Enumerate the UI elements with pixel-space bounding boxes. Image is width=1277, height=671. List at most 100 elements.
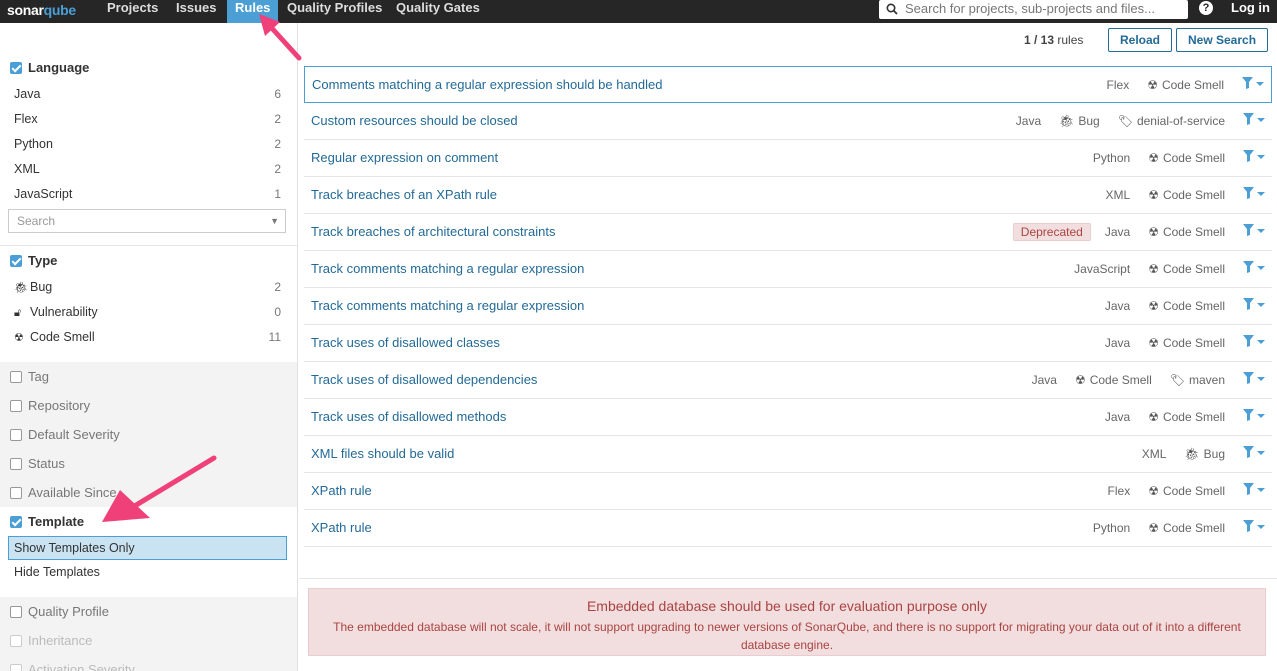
nav-rules[interactable]: Rules bbox=[227, 0, 279, 23]
rule-meta: Flex ☢ Code Smell bbox=[1108, 473, 1266, 509]
checkbox-icon[interactable] bbox=[10, 62, 22, 74]
reload-button[interactable]: Reload bbox=[1108, 28, 1173, 52]
rule-name-link[interactable]: Regular expression on comment bbox=[311, 140, 498, 176]
rule-tag[interactable]: 🏷︎ maven bbox=[1170, 362, 1225, 398]
facet-quality-profile[interactable]: Quality Profile bbox=[0, 597, 297, 626]
filter-dropdown[interactable] bbox=[1243, 177, 1266, 213]
checkbox-icon[interactable] bbox=[10, 516, 22, 528]
code-smell-icon: ☢ bbox=[1148, 484, 1159, 498]
rule-row[interactable]: Track comments matching a regular expres… bbox=[304, 251, 1272, 288]
filter-dropdown[interactable] bbox=[1243, 251, 1266, 287]
rule-type: ☢ Code Smell bbox=[1148, 140, 1225, 176]
rule-row[interactable]: Track uses of disallowed methods Java ☢ Cod… bbox=[304, 399, 1272, 436]
filter-dropdown[interactable] bbox=[1243, 103, 1266, 139]
chevron-down-icon bbox=[1257, 155, 1265, 159]
facet-default-severity[interactable]: Default Severity bbox=[0, 420, 297, 449]
rule-row[interactable]: XPath rule Python ☢ Code Smell bbox=[304, 510, 1272, 547]
sonarqube-logo[interactable]: sonarqube bbox=[7, 2, 76, 18]
nav-issues[interactable]: Issues bbox=[168, 0, 224, 23]
nav-quality-profiles[interactable]: Quality Profiles bbox=[279, 0, 390, 23]
facet-type-header[interactable]: Type bbox=[0, 246, 297, 275]
rule-name-link[interactable]: Track breaches of architectural constrai… bbox=[311, 214, 555, 250]
facet-item-javascript[interactable]: JavaScript 1 bbox=[0, 182, 297, 207]
facet-title: Inheritance bbox=[28, 633, 93, 648]
checkbox-icon[interactable] bbox=[10, 429, 22, 441]
rule-name-link[interactable]: Track comments matching a regular expres… bbox=[311, 288, 584, 324]
chevron-down-icon bbox=[1257, 414, 1265, 418]
rule-row[interactable]: Track breaches of architectural constrai… bbox=[304, 214, 1272, 251]
facet-item-hide-templates[interactable]: Hide Templates bbox=[0, 560, 297, 585]
rule-row[interactable]: Regular expression on comment Python ☢ Code… bbox=[304, 140, 1272, 177]
rule-name-link[interactable]: Custom resources should be closed bbox=[311, 103, 518, 139]
filter-dropdown[interactable] bbox=[1243, 140, 1266, 176]
top-navbar: sonarqube Projects Issues Rules Quality … bbox=[0, 0, 1277, 23]
filter-dropdown[interactable] bbox=[1243, 288, 1266, 324]
rule-row[interactable]: Track breaches of an XPath rule XML ☢ Code … bbox=[304, 177, 1272, 214]
checkbox-icon[interactable] bbox=[10, 487, 22, 499]
filter-dropdown[interactable] bbox=[1243, 399, 1266, 435]
checkbox-icon[interactable] bbox=[10, 255, 22, 267]
login-link[interactable]: Log in bbox=[1231, 0, 1270, 16]
facet-item-label: Show Templates Only bbox=[14, 541, 135, 555]
filter-dropdown[interactable] bbox=[1242, 67, 1265, 103]
facet-item-flex[interactable]: Flex 2 bbox=[0, 107, 297, 132]
rule-tag-label: maven bbox=[1188, 373, 1225, 387]
nav-quality-gates[interactable]: Quality Gates bbox=[388, 0, 488, 23]
rule-row[interactable]: XML files should be valid XML 🐞︎ Bug bbox=[304, 436, 1272, 473]
facet-title: Status bbox=[28, 456, 65, 471]
rule-row[interactable]: XPath rule Flex ☢ Code Smell bbox=[304, 473, 1272, 510]
filter-dropdown[interactable] bbox=[1243, 325, 1266, 361]
checkbox-icon[interactable] bbox=[10, 606, 22, 618]
facet-item-bug[interactable]: 🐞︎ Bug 2 bbox=[0, 275, 297, 300]
chevron-down-icon bbox=[1257, 488, 1265, 492]
rule-row[interactable]: Track comments matching a regular expres… bbox=[304, 288, 1272, 325]
rule-name-link[interactable]: XPath rule bbox=[311, 510, 372, 546]
rule-tag[interactable]: 🏷︎ denial-of-service bbox=[1118, 103, 1225, 139]
facet-status[interactable]: Status bbox=[0, 449, 297, 478]
filter-dropdown[interactable] bbox=[1243, 436, 1266, 472]
facet-available-since[interactable]: Available Since bbox=[0, 478, 297, 507]
help-icon[interactable]: ? bbox=[1199, 1, 1213, 15]
rule-name-link[interactable]: Track uses of disallowed methods bbox=[311, 399, 506, 435]
facet-repository[interactable]: Repository bbox=[0, 391, 297, 420]
filter-icon bbox=[1242, 77, 1253, 89]
filter-dropdown[interactable] bbox=[1243, 473, 1266, 509]
rule-row[interactable]: Track uses of disallowed dependencies Jav… bbox=[304, 362, 1272, 399]
facet-item-xml[interactable]: XML 2 bbox=[0, 157, 297, 182]
rule-name-link[interactable]: XPath rule bbox=[311, 473, 372, 509]
facet-item-count: 2 bbox=[274, 162, 281, 176]
rule-name-link[interactable]: Comments matching a regular expression s… bbox=[312, 67, 662, 103]
facet-item-show-templates-only[interactable]: Show Templates Only bbox=[8, 536, 287, 560]
facet-language-header[interactable]: Language bbox=[0, 53, 297, 82]
rule-name-link[interactable]: Track uses of disallowed dependencies bbox=[311, 362, 537, 398]
rule-name-link[interactable]: XML files should be valid bbox=[311, 436, 454, 472]
facet-tag[interactable]: Tag bbox=[0, 362, 297, 391]
rule-row[interactable]: Track uses of disallowed classes Java ☢ Cod… bbox=[304, 325, 1272, 362]
filter-dropdown[interactable] bbox=[1243, 510, 1266, 546]
facet-item-label: Hide Templates bbox=[14, 565, 100, 579]
new-search-button[interactable]: New Search bbox=[1176, 28, 1269, 52]
checkbox-icon[interactable] bbox=[10, 400, 22, 412]
filter-dropdown[interactable] bbox=[1243, 214, 1266, 250]
filter-icon bbox=[1243, 520, 1254, 532]
facet-template-header[interactable]: Template bbox=[0, 507, 297, 536]
rule-name-link[interactable]: Track uses of disallowed classes bbox=[311, 325, 500, 361]
language-search-select[interactable]: Search ▼ bbox=[8, 209, 286, 233]
rule-type-label: Code Smell bbox=[1162, 299, 1225, 313]
facet-item-java[interactable]: Java 6 bbox=[0, 82, 297, 107]
rule-name-link[interactable]: Track breaches of an XPath rule bbox=[311, 177, 497, 213]
filter-dropdown[interactable] bbox=[1243, 362, 1266, 398]
rule-row[interactable]: Custom resources should be closed Java 🐞︎ B… bbox=[304, 103, 1272, 140]
nav-projects[interactable]: Projects bbox=[99, 0, 166, 23]
facet-item-python[interactable]: Python 2 bbox=[0, 132, 297, 157]
checkbox-icon[interactable] bbox=[10, 458, 22, 470]
global-search-input[interactable]: Search for projects, sub-projects and fi… bbox=[879, 0, 1188, 19]
rule-row[interactable]: Comments matching a regular expression s… bbox=[304, 66, 1272, 103]
rule-type-label: Bug bbox=[1203, 447, 1225, 461]
rule-name-link[interactable]: Track comments matching a regular expres… bbox=[311, 251, 584, 287]
facet-item-code-smell[interactable]: ☢ Code Smell 11 bbox=[0, 325, 297, 350]
checkbox-icon[interactable] bbox=[10, 371, 22, 383]
chevron-down-icon bbox=[1256, 82, 1264, 86]
facet-item-vulnerability[interactable]: 🔓︎ Vulnerability 0 bbox=[0, 300, 297, 325]
rule-meta: Python ☢ Code Smell bbox=[1093, 510, 1266, 546]
